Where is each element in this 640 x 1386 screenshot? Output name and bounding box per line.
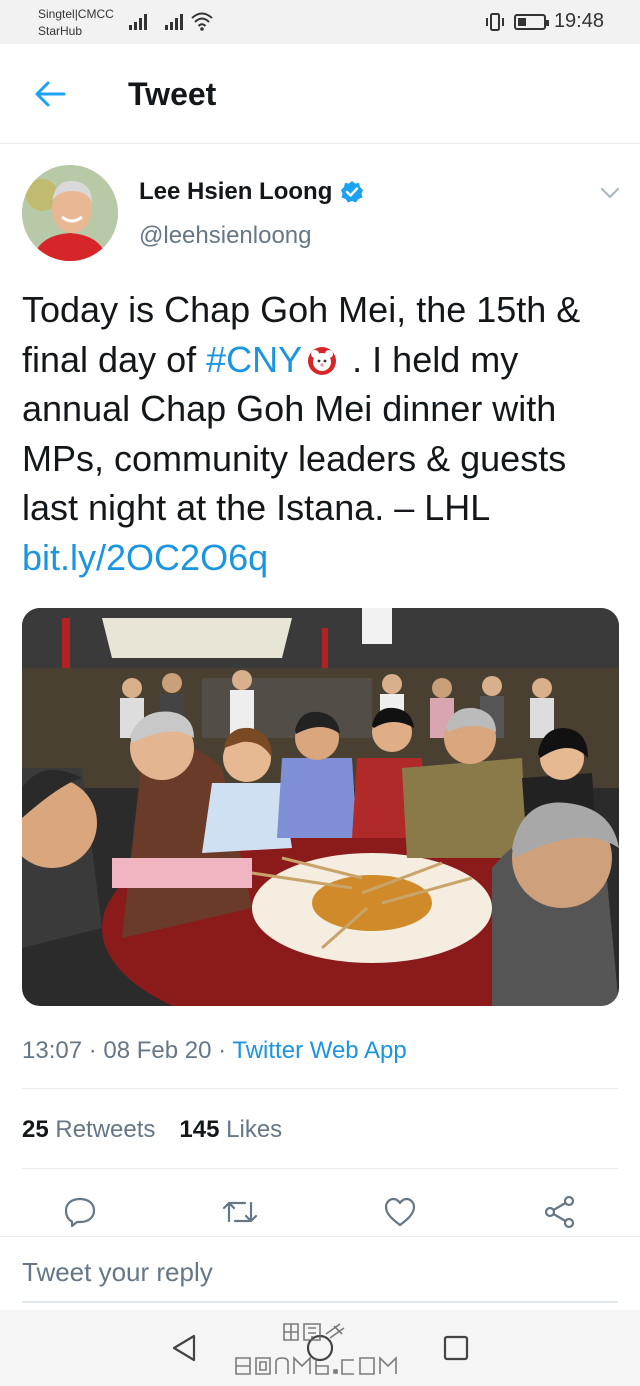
retweets-stat[interactable]: 25 Retweets	[22, 1113, 155, 1147]
author-handle[interactable]: @leehsienloong	[139, 221, 312, 251]
signal-icon	[129, 14, 147, 30]
tweet-source[interactable]: Twitter Web App	[232, 1037, 406, 1064]
tweet-photo[interactable]	[22, 608, 619, 1006]
battery-icon	[513, 13, 549, 30]
tweet-author: Lee Hsien Loong @leehsienloong	[22, 165, 622, 265]
divider	[22, 1088, 618, 1089]
tweet-meta: 13:07 · 08 Feb 20 · Twitter Web App	[22, 1034, 407, 1068]
tweet-text: Today is Chap Goh Mei, the 15th & final …	[22, 285, 622, 582]
likes-label: Likes	[226, 1116, 283, 1143]
tweet-date: 08 Feb 20	[103, 1037, 212, 1064]
like-button[interactable]	[380, 1192, 420, 1232]
nav-recents-button[interactable]	[438, 1330, 474, 1366]
wifi-icon	[191, 12, 213, 31]
dinner-photo-image	[22, 608, 619, 1006]
retweets-count: 25	[22, 1116, 49, 1143]
share-icon	[544, 1195, 575, 1229]
hashtag-link[interactable]: #CNY	[206, 339, 302, 380]
nav-back-button[interactable]	[166, 1330, 202, 1366]
cny-rat-emoji-icon	[308, 346, 337, 375]
site-watermark-logo	[235, 1323, 397, 1375]
author-name[interactable]: Lee Hsien Loong	[139, 177, 332, 207]
signal-icon	[165, 14, 183, 30]
tweet-link[interactable]: bit.ly/2OC2O6q	[22, 537, 268, 578]
reply-bar: Tweet your reply	[0, 1236, 640, 1306]
arrow-left-icon	[35, 81, 66, 107]
reply-button[interactable]	[60, 1192, 100, 1232]
chevron-down-icon[interactable]	[598, 181, 622, 205]
likes-count: 145	[179, 1116, 220, 1143]
status-bar: Singtel|CMCC StarHub 19:48	[0, 0, 640, 44]
back-button[interactable]	[30, 74, 70, 114]
vibrate-icon	[485, 12, 504, 31]
retweets-label: Retweets	[55, 1116, 156, 1143]
reply-icon	[64, 1197, 96, 1228]
page-title: Tweet	[128, 76, 217, 112]
retweet-icon	[222, 1201, 258, 1223]
avatar[interactable]	[22, 165, 118, 261]
recents-square-icon	[443, 1335, 469, 1361]
avatar-image	[22, 165, 118, 261]
meta-separator: ·	[211, 1037, 233, 1064]
like-icon	[384, 1197, 416, 1227]
carrier-info: Singtel|CMCC StarHub	[38, 6, 114, 40]
verified-badge-icon	[341, 181, 364, 203]
meta-separator: ·	[82, 1037, 104, 1064]
back-triangle-icon	[172, 1334, 196, 1362]
tweet-stats: 25 Retweets 145 Likes	[22, 1113, 282, 1147]
status-right: 19:48	[484, 10, 604, 33]
clock: 19:48	[553, 10, 604, 32]
author-name-row: Lee Hsien Loong	[139, 177, 364, 207]
carrier-primary: Singtel|CMCC	[38, 7, 114, 21]
reply-input[interactable]: Tweet your reply	[22, 1255, 213, 1289]
battery-level	[517, 17, 527, 26]
tweet-time: 13:07	[22, 1037, 83, 1064]
retweet-button[interactable]	[220, 1192, 260, 1232]
app-header: Tweet	[0, 44, 640, 144]
share-button[interactable]	[540, 1192, 580, 1232]
carrier-secondary: StarHub	[38, 24, 83, 38]
likes-stat[interactable]: 145 Likes	[179, 1113, 282, 1147]
tweet-actions	[0, 1188, 640, 1236]
reply-underline	[22, 1301, 618, 1303]
divider	[22, 1168, 618, 1169]
